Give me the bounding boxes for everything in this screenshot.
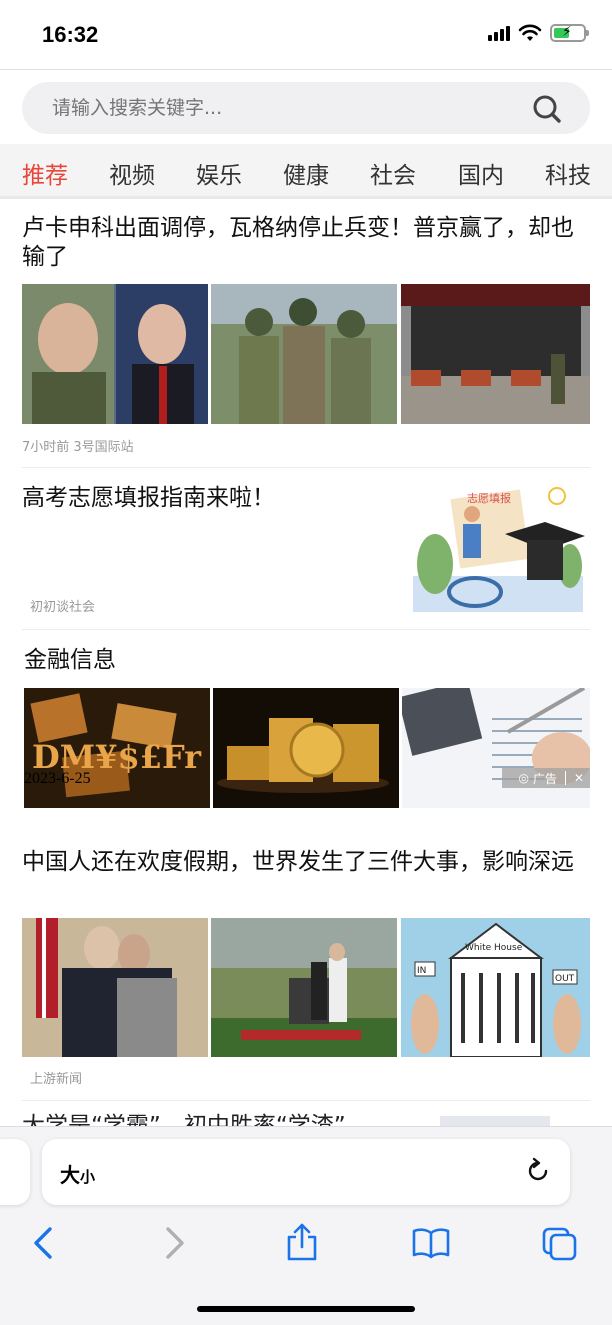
tabs-icon[interactable] — [542, 1227, 578, 1261]
thumbnail-label: 志愿填报 — [467, 491, 511, 505]
ad-label: 广告 — [532, 771, 557, 786]
news-item[interactable]: 中国人还在欢度假期，世界发生了三件大事，影响深远 White House IN … — [22, 848, 590, 1101]
status-bar: 16:32 ⚡ — [0, 0, 612, 70]
image-sign-in: IN — [417, 966, 426, 976]
search-input[interactable] — [52, 82, 512, 134]
ad-item[interactable]: 金融信息 DM¥$£Fr 2023-6-25 ◎ 广告 ✕ — [22, 646, 590, 836]
browser-toolbar: 大小 — [0, 1126, 612, 1325]
ad-divider — [564, 771, 566, 785]
article-image[interactable] — [211, 284, 397, 424]
article-meta: 7小时前 3号国际站 — [22, 440, 134, 455]
ad-date: 2023-6-25 — [24, 770, 91, 787]
share-icon[interactable] — [286, 1223, 318, 1261]
ad-image[interactable] — [402, 688, 590, 808]
article-thumbnail[interactable]: 志愿填报 — [405, 484, 590, 614]
cellular-signal-icon — [488, 25, 510, 41]
category-tabs: 推荐 视频 娱乐 健康 社会 国内 科技 — [0, 144, 612, 199]
ad-close-icon[interactable]: ✕ — [574, 771, 584, 785]
ad-info-icon: ◎ — [518, 771, 529, 785]
article-title[interactable]: 卢卡申科出面调停，瓦格纳停止兵变！普京赢了，却也输了 — [22, 214, 590, 272]
tab-domestic[interactable]: 国内 — [458, 156, 504, 190]
ad-badge[interactable]: ◎ 广告 ✕ — [502, 768, 590, 788]
home-indicator — [197, 1306, 415, 1312]
ad-image[interactable]: DM¥$£Fr — [24, 688, 210, 808]
image-sign-out: OUT — [555, 974, 575, 984]
tab-society[interactable]: 社会 — [370, 156, 416, 190]
article-image[interactable] — [211, 918, 397, 1057]
bookmarks-icon[interactable] — [412, 1227, 450, 1259]
reload-icon[interactable] — [524, 1157, 552, 1185]
tab-health[interactable]: 健康 — [283, 156, 329, 190]
article-source: 上游新闻 — [30, 1072, 83, 1087]
address-bar[interactable]: 大小 — [42, 1139, 570, 1205]
tab-technology[interactable]: 科技 — [545, 156, 591, 190]
page-settings-button[interactable]: 大小 — [60, 1159, 95, 1188]
tab-recommend[interactable]: 推荐 — [22, 156, 68, 190]
ad-image[interactable] — [213, 688, 399, 808]
previous-tab-edge[interactable] — [0, 1139, 30, 1205]
tab-entertainment[interactable]: 娱乐 — [196, 156, 242, 190]
search-bar[interactable] — [22, 82, 590, 134]
search-icon[interactable] — [532, 94, 562, 124]
article-image[interactable] — [401, 284, 590, 424]
article-image[interactable]: White House IN OUT — [401, 918, 590, 1057]
article-title[interactable]: 中国人还在欢度假期，世界发生了三件大事，影响深远 — [22, 848, 590, 877]
article-source: 初初谈社会 — [30, 600, 96, 615]
forward-icon[interactable] — [160, 1225, 188, 1261]
image-sign-text: White House — [465, 943, 523, 953]
status-time: 16:32 — [42, 22, 99, 47]
tab-video[interactable]: 视频 — [109, 156, 155, 190]
wifi-icon — [518, 24, 542, 41]
ad-title[interactable]: 金融信息 — [24, 646, 116, 675]
news-item[interactable]: 卢卡申科出面调停，瓦格纳停止兵变！普京赢了，却也输了 7小时前 3号国际站 — [22, 214, 590, 468]
back-icon[interactable] — [30, 1225, 58, 1261]
news-item[interactable]: 高考志愿填报指南来啦！ 初初谈社会 志愿填报 — [22, 484, 590, 630]
status-icons: ⚡ — [488, 24, 589, 42]
battery-icon: ⚡ — [550, 24, 589, 42]
text-size-large: 大 — [60, 1163, 80, 1187]
article-image[interactable] — [22, 284, 208, 424]
text-size-small: 小 — [80, 1168, 96, 1186]
article-image[interactable] — [22, 918, 208, 1057]
